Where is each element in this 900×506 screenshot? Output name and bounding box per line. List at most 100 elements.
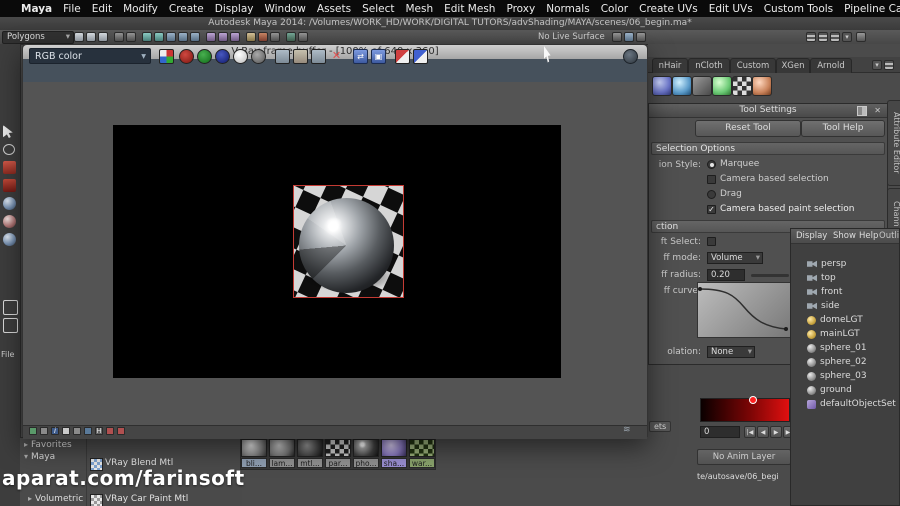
file-tab-fragment[interactable]: File: [1, 350, 14, 359]
swatch-label-sha[interactable]: sha...: [381, 458, 407, 468]
symmetry-icon[interactable]: [636, 32, 646, 42]
ipr-render-icon[interactable]: [258, 32, 268, 42]
outliner-item-side[interactable]: side: [791, 299, 899, 313]
menu-display[interactable]: Display: [215, 3, 254, 15]
clear-image-icon[interactable]: [329, 49, 344, 64]
snap-grid-icon[interactable]: [142, 32, 152, 42]
swatch-thumb-shader[interactable]: [381, 439, 407, 457]
snap-point-icon[interactable]: [166, 32, 176, 42]
swatch-label-pho[interactable]: pho...: [353, 458, 379, 468]
menu-window[interactable]: Window: [264, 3, 305, 15]
shelf-tool-icon[interactable]: [712, 76, 732, 96]
snap-curve-icon[interactable]: [154, 32, 164, 42]
close-panel-icon[interactable]: [874, 106, 881, 116]
anim-layer-button[interactable]: No Anim Layer: [697, 449, 791, 465]
shelf-tab-custom[interactable]: Custom: [730, 58, 776, 73]
menu-create[interactable]: Create: [169, 3, 204, 15]
aspect-icon[interactable]: [40, 427, 48, 435]
reset-tool-button[interactable]: Reset Tool: [695, 120, 801, 137]
falloff-radius-slider[interactable]: [751, 274, 789, 277]
menu-assets[interactable]: Assets: [317, 3, 351, 15]
shelf-menu-caret-icon[interactable]: [872, 60, 882, 70]
layout-split-icon[interactable]: [3, 318, 18, 333]
falloff-mode-dropdown[interactable]: Volume: [707, 252, 763, 264]
outliner-menu-help[interactable]: Help: [859, 231, 878, 241]
outliner-item-persp[interactable]: persp: [791, 257, 899, 271]
sidebar-caret-icon[interactable]: [842, 32, 852, 42]
ramp-marker[interactable]: [749, 396, 757, 404]
step-forward-button[interactable]: [770, 426, 782, 438]
track-region-icon[interactable]: [371, 49, 386, 64]
rotate-tool-icon[interactable]: [3, 197, 16, 210]
outliner-menu-show[interactable]: Show: [833, 231, 856, 241]
shelf-tool-icon[interactable]: [732, 76, 752, 96]
highlight-selection-icon[interactable]: [624, 32, 634, 42]
menu-edit[interactable]: Edit: [92, 3, 112, 15]
outliner-item-ground[interactable]: ground: [791, 383, 899, 397]
redo-icon[interactable]: [126, 32, 136, 42]
vfb-options-icon[interactable]: [623, 49, 638, 64]
marquee-radio[interactable]: [707, 160, 716, 169]
tool-settings-toggle-icon[interactable]: [818, 32, 828, 42]
blue-channel-icon[interactable]: [215, 49, 230, 64]
menu-create-uvs[interactable]: Create UVs: [639, 3, 698, 15]
red-channel-icon[interactable]: [179, 49, 194, 64]
icc-icon[interactable]: [117, 427, 125, 435]
tree-item-volumetric[interactable]: Volumetric: [28, 494, 83, 504]
soft-select-checkbox[interactable]: [707, 237, 716, 246]
pixel-info-icon[interactable]: [413, 49, 428, 64]
outliner-item-sphere-02[interactable]: sphere_02: [791, 355, 899, 369]
info-icon[interactable]: [51, 427, 59, 435]
duplicate-buffer-icon[interactable]: [311, 49, 326, 64]
alpha-channel-icon[interactable]: [233, 49, 248, 64]
menu-proxy[interactable]: Proxy: [506, 3, 535, 15]
new-scene-icon[interactable]: [74, 32, 84, 42]
stamp-icon[interactable]: [29, 427, 37, 435]
exposure-icon[interactable]: [73, 427, 81, 435]
swatch-thumb-particle[interactable]: [325, 439, 351, 457]
section-selection-options[interactable]: Selection Options: [651, 142, 885, 155]
menu-set-dropdown[interactable]: Polygons: [2, 31, 74, 44]
outliner-menu-display[interactable]: Display: [796, 231, 827, 241]
step-back-button[interactable]: [757, 426, 769, 438]
menu-pipeline-cache[interactable]: Pipeline Cache: [844, 3, 900, 15]
menu-color[interactable]: Color: [601, 3, 628, 15]
menu-maya[interactable]: Maya: [21, 3, 52, 15]
current-frame-field[interactable]: 0: [700, 426, 740, 438]
drag-radio[interactable]: [707, 190, 716, 199]
swatch-thumb-blinn[interactable]: [241, 439, 267, 457]
tool-help-button[interactable]: Tool Help: [801, 120, 885, 137]
color-clamp-icon[interactable]: [395, 49, 410, 64]
input-connections-icon[interactable]: [206, 32, 216, 42]
swatch-label-lam[interactable]: lam...: [269, 458, 295, 468]
menu-mesh[interactable]: Mesh: [405, 3, 433, 15]
paint-effects-icon[interactable]: [286, 32, 296, 42]
menu-select[interactable]: Select: [362, 3, 394, 15]
last-tool-icon[interactable]: [3, 233, 16, 246]
falloff-curve-widget[interactable]: [697, 282, 791, 338]
layout-single-icon[interactable]: [3, 300, 18, 315]
falloff-radius-field[interactable]: 0.20: [707, 269, 745, 281]
snap-object-icon[interactable]: [190, 32, 200, 42]
green-channel-icon[interactable]: [197, 49, 212, 64]
shelf-tool-icon[interactable]: [672, 76, 692, 96]
resize-grip-icon[interactable]: [623, 425, 631, 435]
monochrome-icon[interactable]: [251, 49, 266, 64]
channel-box-toggle-icon[interactable]: [830, 32, 840, 42]
compare-ab-icon[interactable]: [353, 49, 368, 64]
swatch-label-war[interactable]: war...: [409, 458, 435, 468]
outliner-item-defaultobjectset[interactable]: defaultObjectSet: [791, 397, 899, 411]
camera-based-checkbox[interactable]: [707, 175, 716, 184]
swatch-label-par[interactable]: par...: [325, 458, 351, 468]
menu-file[interactable]: File: [63, 3, 81, 15]
open-scene-icon[interactable]: [86, 32, 96, 42]
sets-tab-fragment[interactable]: ets: [649, 421, 672, 432]
shelf-tab-nhair[interactable]: nHair: [652, 58, 688, 73]
swatch-thumb-lambert[interactable]: [269, 439, 295, 457]
pin-panel-icon[interactable]: [857, 106, 867, 116]
swatch-thumb-mtl[interactable]: [297, 439, 323, 457]
render-region[interactable]: [293, 185, 404, 298]
menu-edit-mesh[interactable]: Edit Mesh: [444, 3, 495, 15]
scale-tool-icon[interactable]: [3, 215, 16, 228]
modeling-toolkit-icon[interactable]: [856, 32, 866, 42]
